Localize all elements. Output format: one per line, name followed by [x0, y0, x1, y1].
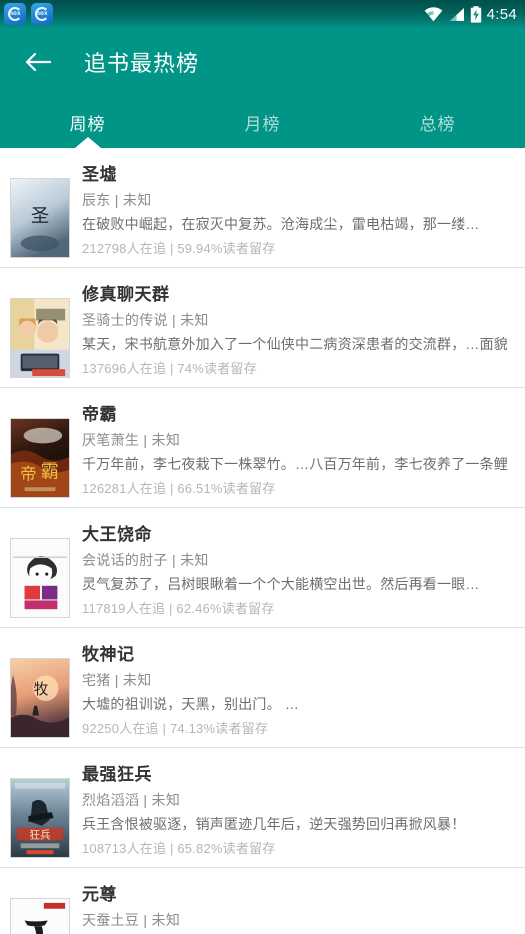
app-bar: 追书最热榜 [0, 28, 525, 96]
wifi-icon [424, 6, 442, 21]
status-bar-notifications: nox nox [4, 3, 53, 25]
status-bar-clock: 4:54 [486, 5, 517, 23]
book-title: 元尊 [82, 885, 117, 904]
battery-charging-icon [470, 5, 481, 23]
book-description: 在破败中崛起，在寂灭中复苏。沧海成尘，雷电枯竭，那一缕… [82, 216, 480, 232]
cover-xiuzhenliaotianqun [10, 298, 70, 378]
book-author: 厌笔萧生 | 未知 [82, 432, 181, 448]
book-stats: 108713人在追 | 65.82%读者留存 [82, 841, 276, 856]
book-description: 千万年前，李七夜栽下一株翠竹。…八百万年前，李七夜养了一条鲤 [82, 456, 508, 472]
tab-bar: 周榜 月榜 总榜 [0, 96, 525, 148]
status-bar: nox nox 4:54 [0, 0, 525, 28]
tab-week[interactable]: 周榜 [0, 96, 175, 148]
book-stats: 117819人在追 | 62.46%读者留存 [82, 601, 275, 616]
book-info: 修真聊天群 圣骑士的传说 | 未知 某天，宋书航意外加入了一个仙侠中二病资深患者… [70, 280, 511, 381]
svg-text:牧: 牧 [34, 681, 49, 698]
book-author: 烈焰滔滔 | 未知 [82, 792, 181, 808]
cover-mushenji: 牧 [10, 658, 70, 738]
list-item[interactable]: 元尊 天蚕土豆 | 未知 [0, 868, 525, 934]
book-stats: 126281人在追 | 66.51%读者留存 [82, 481, 276, 496]
book-author: 宅猪 | 未知 [82, 672, 152, 688]
book-info: 圣墟 辰东 | 未知 在破败中崛起，在寂灭中复苏。沧海成尘，雷电枯竭，那一缕… … [70, 160, 511, 261]
list-item[interactable]: 帝 霸 帝霸 厌笔萧生 | 未知 千万年前，李七夜栽下一株翠竹。…八百万年前，李… [0, 388, 525, 508]
book-title: 大王饶命 [82, 525, 152, 544]
tab-week-label: 周榜 [69, 114, 106, 134]
book-info: 最强狂兵 烈焰滔滔 | 未知 兵王含恨被驱逐，销声匿迹几年后，逆天强势回归再掀风… [70, 760, 511, 861]
book-stats: 212798人在追 | 59.94%读者留存 [82, 241, 276, 256]
back-arrow-icon [25, 52, 51, 72]
book-title: 帝霸 [82, 405, 117, 424]
book-stats: 137696人在追 | 74%读者留存 [82, 361, 257, 376]
book-author: 天蚕土豆 | 未知 [82, 912, 181, 928]
book-list[interactable]: 圣 圣墟 辰东 | 未知 在破败中崛起，在寂灭中复苏。沧海成尘，雷电枯竭，那一缕… [0, 148, 525, 934]
cover-shengxu: 圣 [10, 178, 70, 258]
tab-active-indicator [74, 137, 101, 148]
svg-text:帝: 帝 [20, 464, 36, 483]
status-bar-system-icons: 4:54 [424, 6, 517, 23]
cover-zuiqiangkuangbing: 狂兵 [10, 778, 70, 858]
book-info: 大王饶命 会说话的肘子 | 未知 灵气复苏了，吕树眼瞅着一个个大能横空出世。然后… [70, 520, 511, 621]
app-root: nox nox 4:54 追书最热榜 周榜 月榜 总榜 圣 圣墟 辰东 | 未知… [0, 0, 525, 934]
book-title: 圣墟 [82, 165, 117, 184]
book-info: 元尊 天蚕土豆 | 未知 [70, 880, 511, 932]
book-stats: 92250人在追 | 74.13%读者留存 [82, 721, 269, 736]
nox-icon: nox [31, 3, 53, 25]
cover-diba: 帝 霸 [10, 418, 70, 498]
cover-dawangraoming [10, 538, 70, 618]
list-item[interactable]: 修真聊天群 圣骑士的传说 | 未知 某天，宋书航意外加入了一个仙侠中二病资深患者… [0, 268, 525, 388]
signal-icon [449, 7, 464, 21]
book-description: 某天，宋书航意外加入了一个仙侠中二病资深患者的交流群，…面貌 [82, 336, 508, 352]
list-item[interactable]: 圣 圣墟 辰东 | 未知 在破败中崛起，在寂灭中复苏。沧海成尘，雷电枯竭，那一缕… [0, 148, 525, 268]
book-description: 灵气复苏了，吕树眼瞅着一个个大能横空出世。然后再看一眼… [82, 576, 480, 592]
list-item[interactable]: 狂兵 最强狂兵 烈焰滔滔 | 未知 兵王含恨被驱逐，销声匿迹几年后，逆天强势回归… [0, 748, 525, 868]
svg-text:狂兵: 狂兵 [29, 828, 51, 841]
tab-month[interactable]: 月榜 [175, 96, 350, 148]
page-title: 追书最热榜 [84, 51, 200, 76]
book-description: 大墟的祖训说，天黑，别出门。 … [82, 696, 300, 712]
nox-icon: nox [4, 3, 26, 25]
book-description: 兵王含恨被驱逐，销声匿迹几年后，逆天强势回归再掀风暴！ [82, 816, 466, 832]
cover-yuanzun [10, 898, 70, 934]
list-item[interactable]: 大王饶命 会说话的肘子 | 未知 灵气复苏了，吕树眼瞅着一个个大能横空出世。然后… [0, 508, 525, 628]
book-info: 牧神记 宅猪 | 未知 大墟的祖训说，天黑，别出门。 … 92250人在追 | … [70, 640, 511, 741]
tab-total[interactable]: 总榜 [350, 96, 525, 148]
tab-month-label: 月榜 [244, 114, 281, 134]
book-title: 牧神记 [82, 645, 135, 664]
book-author: 圣骑士的传说 | 未知 [82, 312, 209, 328]
book-author: 辰东 | 未知 [82, 192, 152, 208]
svg-text:霸: 霸 [40, 461, 58, 481]
list-item[interactable]: 牧 牧神记 宅猪 | 未知 大墟的祖训说，天黑，别出门。 … 92250人在追 … [0, 628, 525, 748]
book-author: 会说话的肘子 | 未知 [82, 552, 209, 568]
book-title: 修真聊天群 [82, 285, 170, 304]
back-button[interactable] [18, 42, 58, 82]
book-info: 帝霸 厌笔萧生 | 未知 千万年前，李七夜栽下一株翠竹。…八百万年前，李七夜养了… [70, 400, 511, 501]
book-title: 最强狂兵 [82, 765, 152, 784]
tab-total-label: 总榜 [419, 114, 456, 134]
svg-text:圣: 圣 [31, 206, 49, 226]
